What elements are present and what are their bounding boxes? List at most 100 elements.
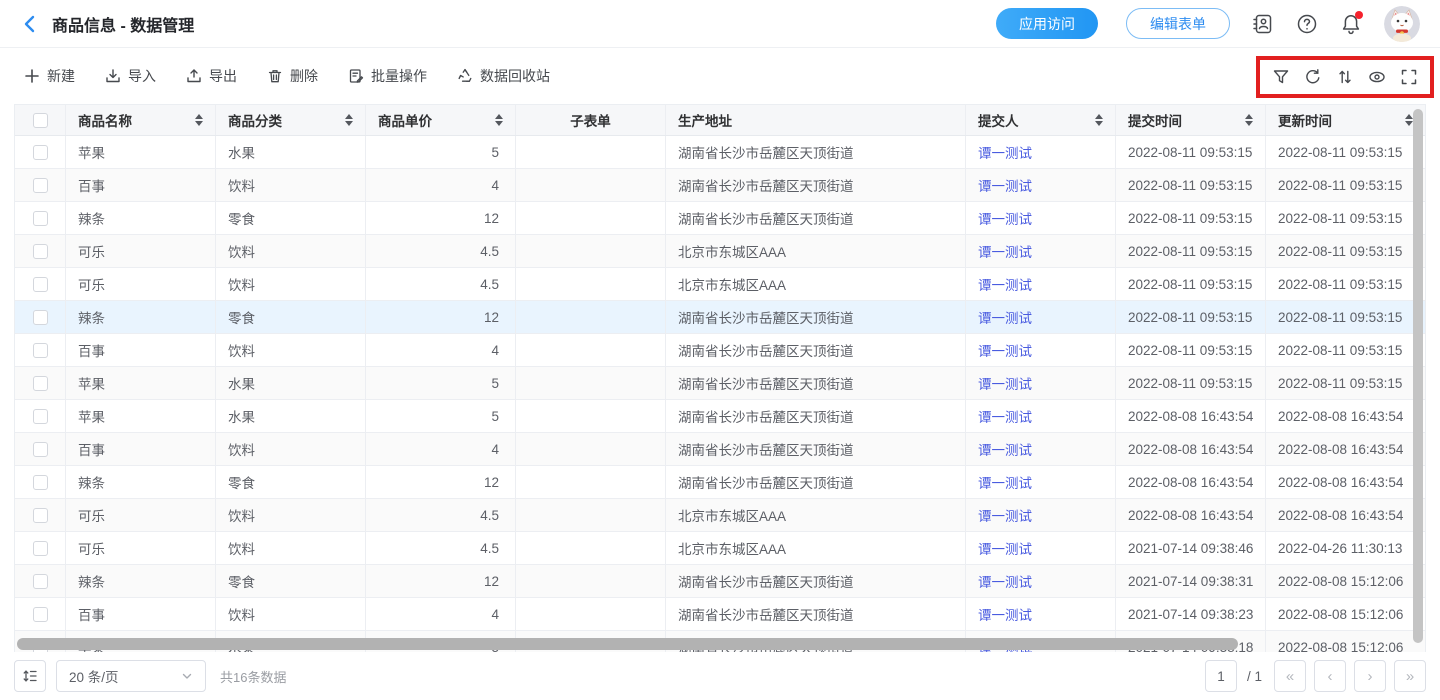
address-cell: 湖南省长沙市岳麓区天顶街道	[666, 565, 966, 597]
unit-price-cell: 5	[366, 367, 516, 399]
column-header-product-name[interactable]: 商品名称	[66, 105, 216, 135]
table-row[interactable]: 苹果水果5湖南省长沙市岳麓区天顶街道谭一测试2022-08-08 16:43:5…	[15, 400, 1425, 433]
recycle-bin-button[interactable]: 数据回收站	[457, 66, 550, 86]
last-page-icon[interactable]: »	[1394, 660, 1426, 692]
unit-price-cell: 4	[366, 334, 516, 366]
row-checkbox[interactable]	[33, 376, 48, 391]
sort-caret-icon[interactable]	[487, 114, 503, 126]
vertical-scrollbar[interactable]	[1413, 109, 1423, 643]
product-name-cell: 百事	[66, 169, 216, 201]
table-row[interactable]: 百事饮料4湖南省长沙市岳麓区天顶街道谭一测试2021-07-14 09:38:2…	[15, 598, 1425, 631]
back-icon[interactable]	[20, 14, 40, 34]
contacts-icon[interactable]	[1252, 13, 1274, 35]
sort-caret-icon[interactable]	[1087, 114, 1103, 126]
submit-time-cell: 2022-08-11 09:53:15	[1116, 202, 1266, 234]
notification-bell-icon[interactable]	[1340, 13, 1362, 35]
table-row[interactable]: 苹果水果5湖南省长沙市岳麓区天顶街道谭一测试2022-08-11 09:53:1…	[15, 367, 1425, 400]
table-row[interactable]: 百事饮料4湖南省长沙市岳麓区天顶街道谭一测试2022-08-08 16:43:5…	[15, 433, 1425, 466]
table-row[interactable]: 可乐饮料4.5北京市东城区AAA谭一测试2022-08-11 09:53:152…	[15, 235, 1425, 268]
submitter-link[interactable]: 谭一测试	[966, 202, 1116, 234]
app-access-button[interactable]: 应用访问	[996, 8, 1098, 39]
row-checkbox[interactable]	[33, 541, 48, 556]
address-cell: 北京市东城区AAA	[666, 268, 966, 300]
row-checkbox[interactable]	[33, 343, 48, 358]
row-density-button[interactable]	[14, 660, 46, 692]
row-checkbox[interactable]	[33, 277, 48, 292]
submitter-link[interactable]: 谭一测试	[966, 235, 1116, 267]
page-number-input[interactable]	[1205, 660, 1237, 692]
import-icon	[105, 68, 121, 84]
refresh-icon[interactable]	[1304, 68, 1322, 86]
submitter-link[interactable]: 谭一测试	[966, 334, 1116, 366]
prev-page-icon[interactable]: ‹	[1314, 660, 1346, 692]
category-cell: 饮料	[216, 499, 366, 531]
delete-button[interactable]: 删除	[267, 66, 318, 86]
submitter-link[interactable]: 谭一测试	[966, 565, 1116, 597]
subform-cell	[516, 466, 666, 498]
column-header-category[interactable]: 商品分类	[216, 105, 366, 135]
row-checkbox[interactable]	[33, 178, 48, 193]
next-page-icon[interactable]: ›	[1354, 660, 1386, 692]
row-checkbox[interactable]	[33, 442, 48, 457]
table-row[interactable]: 辣条零食12湖南省长沙市岳麓区天顶街道谭一测试2022-08-11 09:53:…	[15, 202, 1425, 235]
submitter-link[interactable]: 谭一测试	[966, 169, 1116, 201]
row-checkbox[interactable]	[33, 508, 48, 523]
category-cell: 饮料	[216, 169, 366, 201]
submitter-link[interactable]: 谭一测试	[966, 532, 1116, 564]
data-table: 商品名称 商品分类 商品单价 子表单 生产地址 提交人 提交时间 更新时间	[14, 104, 1426, 652]
export-button[interactable]: 导出	[186, 66, 237, 86]
table-row[interactable]: 百事饮料4湖南省长沙市岳麓区天顶街道谭一测试2022-08-11 09:53:1…	[15, 169, 1425, 202]
submitter-link[interactable]: 谭一测试	[966, 400, 1116, 432]
sort-caret-icon[interactable]	[187, 114, 203, 126]
submitter-link[interactable]: 谭一测试	[966, 499, 1116, 531]
address-cell: 湖南省长沙市岳麓区天顶街道	[666, 334, 966, 366]
submitter-link[interactable]: 谭一测试	[966, 136, 1116, 168]
submitter-link[interactable]: 谭一测试	[966, 268, 1116, 300]
select-all-checkbox[interactable]	[33, 113, 48, 128]
row-checkbox[interactable]	[33, 211, 48, 226]
row-checkbox[interactable]	[33, 409, 48, 424]
batch-operate-button[interactable]: 批量操作	[348, 66, 427, 86]
new-button[interactable]: 新建	[24, 66, 75, 86]
fullscreen-icon[interactable]	[1400, 68, 1418, 86]
row-checkbox[interactable]	[33, 607, 48, 622]
first-page-icon[interactable]: «	[1274, 660, 1306, 692]
table-row[interactable]: 可乐饮料4.5北京市东城区AAA谭一测试2021-07-14 09:38:462…	[15, 532, 1425, 565]
column-visibility-icon[interactable]	[1368, 68, 1386, 86]
update-time-cell: 2022-08-08 15:12:06	[1266, 598, 1425, 630]
column-header-update-time[interactable]: 更新时间	[1266, 105, 1425, 135]
row-checkbox[interactable]	[33, 244, 48, 259]
row-checkbox[interactable]	[33, 145, 48, 160]
sort-caret-icon[interactable]	[1397, 114, 1413, 126]
sort-icon[interactable]	[1336, 68, 1354, 86]
page-size-select[interactable]: 20 条/页	[56, 660, 206, 692]
submitter-link[interactable]: 谭一测试	[966, 433, 1116, 465]
unit-price-cell: 4	[366, 598, 516, 630]
submitter-link[interactable]: 谭一测试	[966, 301, 1116, 333]
table-row[interactable]: 可乐饮料4.5北京市东城区AAA谭一测试2022-08-11 09:53:152…	[15, 268, 1425, 301]
import-button[interactable]: 导入	[105, 66, 156, 86]
submitter-link[interactable]: 谭一测试	[966, 598, 1116, 630]
help-icon[interactable]	[1296, 13, 1318, 35]
table-row[interactable]: 辣条零食12湖南省长沙市岳麓区天顶街道谭一测试2022-08-08 16:43:…	[15, 466, 1425, 499]
table-row[interactable]: 苹果水果5湖南省长沙市岳麓区天顶街道谭一测试2022-08-11 09:53:1…	[15, 136, 1425, 169]
table-row[interactable]: 辣条零食12湖南省长沙市岳麓区天顶街道谭一测试2022-08-11 09:53:…	[15, 301, 1425, 334]
sort-caret-icon[interactable]	[337, 114, 353, 126]
filter-icon[interactable]	[1272, 68, 1290, 86]
row-checkbox[interactable]	[33, 574, 48, 589]
table-row[interactable]: 百事饮料4湖南省长沙市岳麓区天顶街道谭一测试2022-08-11 09:53:1…	[15, 334, 1425, 367]
avatar[interactable]	[1384, 6, 1420, 42]
horizontal-scrollbar[interactable]	[17, 638, 1238, 650]
submitter-link[interactable]: 谭一测试	[966, 466, 1116, 498]
table-row[interactable]: 辣条零食12湖南省长沙市岳麓区天顶街道谭一测试2021-07-14 09:38:…	[15, 565, 1425, 598]
sort-caret-icon[interactable]	[1237, 114, 1253, 126]
column-header-submitter[interactable]: 提交人	[966, 105, 1116, 135]
submitter-link[interactable]: 谭一测试	[966, 367, 1116, 399]
edit-form-button[interactable]: 编辑表单	[1126, 8, 1230, 39]
row-checkbox[interactable]	[33, 475, 48, 490]
table-row[interactable]: 可乐饮料4.5北京市东城区AAA谭一测试2022-08-08 16:43:542…	[15, 499, 1425, 532]
column-header-unit-price[interactable]: 商品单价	[366, 105, 516, 135]
update-time-cell: 2022-08-11 09:53:15	[1266, 367, 1425, 399]
row-checkbox[interactable]	[33, 310, 48, 325]
column-header-submit-time[interactable]: 提交时间	[1116, 105, 1266, 135]
